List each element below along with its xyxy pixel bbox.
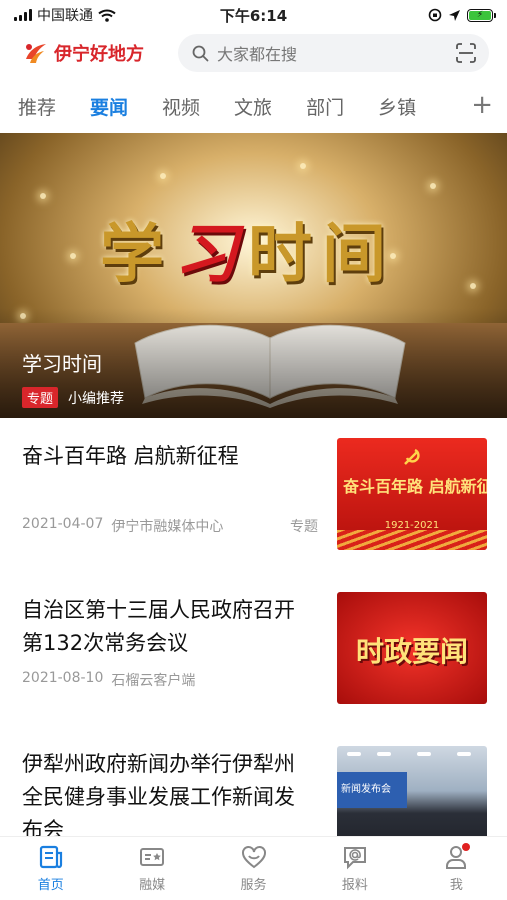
- news-item[interactable]: 奋斗百年路 启航新征程 2021-04-07 伊宁市融媒体中心 专题 奋斗百年路…: [0, 418, 507, 572]
- tab-video[interactable]: 视频: [162, 93, 200, 120]
- tab-townships[interactable]: 乡镇: [378, 93, 416, 120]
- battery-icon: ⚡: [467, 8, 496, 22]
- nav-label: 我: [449, 878, 463, 893]
- tab-culture-tourism[interactable]: 文旅: [234, 93, 272, 120]
- home-news-icon: [39, 845, 62, 869]
- search-bar[interactable]: 大家都在搜: [178, 34, 489, 72]
- media-card-icon: [140, 848, 165, 866]
- nav-label: 融媒: [139, 878, 166, 893]
- nav-media[interactable]: 融媒: [101, 837, 202, 900]
- nav-home[interactable]: 首页: [0, 837, 101, 900]
- app-header: 伊宁好地方 大家都在搜: [0, 32, 507, 74]
- nav-label: 报料: [341, 878, 368, 893]
- art-char: 间: [322, 217, 386, 292]
- news-title: 奋斗百年路 启航新征程: [22, 444, 239, 468]
- nav-label: 首页: [37, 878, 64, 893]
- news-meta: 2021-08-10 石榴云客户端: [22, 670, 318, 690]
- search-icon: [192, 45, 209, 61]
- nav-services[interactable]: 服务: [203, 837, 304, 900]
- heart-service-icon: [241, 846, 266, 869]
- status-bar: 中国联通 下午6:14 ⚡: [0, 0, 507, 30]
- party-emblem-icon: [404, 448, 420, 465]
- logo-text: 伊宁好地方: [54, 44, 144, 65]
- news-title: 自治区第十三届人民政府召开第132次常务会议: [22, 598, 295, 655]
- topic-badge: 专题: [22, 387, 59, 408]
- logo-emblem-icon: [26, 44, 46, 63]
- location-arrow-icon: [449, 9, 460, 21]
- bottom-nav: 首页 融媒 服务 报料 我: [0, 836, 507, 900]
- thumbnail-caption: 时政要闻: [355, 635, 468, 668]
- news-source: 石榴云客户端: [111, 673, 196, 689]
- signal-icon: [14, 9, 32, 21]
- search-placeholder: 大家都在搜: [217, 45, 298, 64]
- news-tag: 专题: [290, 519, 318, 535]
- nav-profile[interactable]: 我: [406, 837, 507, 900]
- notification-dot: [461, 843, 470, 851]
- art-char: 学: [100, 217, 164, 292]
- news-thumbnail: 时政要闻: [337, 592, 487, 704]
- thumbnail-caption: 奋斗百年路 启航新征程: [343, 477, 487, 496]
- featured-banner[interactable]: 学 习 时 间 学习时间 专题 小编推荐: [0, 133, 507, 418]
- banner-meta: 专题 小编推荐: [22, 387, 124, 408]
- art-char: 习: [174, 217, 238, 292]
- news-date: 2021-08-10: [22, 670, 104, 686]
- rotation-lock-icon: [428, 8, 442, 22]
- scan-icon[interactable]: [455, 42, 477, 64]
- nav-label: 服务: [240, 878, 267, 893]
- thumbnail-ribbon: [337, 530, 487, 550]
- nav-report[interactable]: 报料: [304, 837, 405, 900]
- carrier-label: 中国联通: [37, 8, 93, 24]
- add-tab-icon[interactable]: +: [463, 90, 493, 120]
- category-tabs: 推荐 要闻 视频 文旅 部门 乡镇 +: [0, 84, 507, 128]
- wifi-icon: [98, 9, 116, 22]
- news-item[interactable]: 自治区第十三届人民政府召开第132次常务会议 2021-08-10 石榴云客户端…: [0, 572, 507, 726]
- banner-artwork-text: 学 习 时 间: [100, 203, 386, 295]
- tab-recommend[interactable]: 推荐: [18, 93, 56, 120]
- news-meta: 2021-04-07 伊宁市融媒体中心 专题: [22, 516, 318, 536]
- thumbnail-caption: 新闻发布会: [337, 772, 407, 808]
- banner-title: 学习时间: [22, 352, 102, 376]
- news-thumbnail: 奋斗百年路 启航新征程 1921-2021: [337, 438, 487, 550]
- news-title: 伊犁州政府新闻办举行伊犁州全民健身事业发展工作新闻发布会: [22, 752, 295, 842]
- art-char: 时: [248, 217, 312, 292]
- banner-source: 小编推荐: [68, 390, 125, 407]
- app-logo[interactable]: 伊宁好地方: [22, 39, 174, 67]
- report-chat-icon: [343, 847, 366, 870]
- news-date: 2021-04-07: [22, 516, 104, 532]
- news-source: 伊宁市融媒体中心: [111, 519, 224, 535]
- tab-departments[interactable]: 部门: [306, 93, 344, 120]
- tab-headline-news[interactable]: 要闻: [90, 93, 128, 120]
